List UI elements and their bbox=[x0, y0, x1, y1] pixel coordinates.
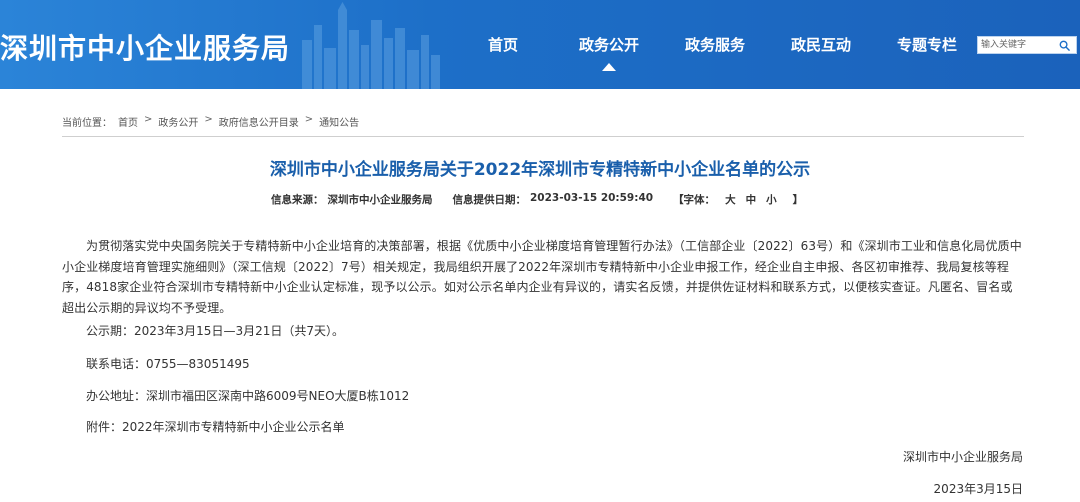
nav-special-topics[interactable]: 专题专栏 bbox=[874, 0, 980, 89]
font-size-switcher: 大 中 小 bbox=[725, 192, 781, 207]
nav-public-interaction[interactable]: 政民互动 bbox=[768, 0, 874, 89]
nav-label: 政务服务 bbox=[684, 36, 745, 54]
nav-label: 专题专栏 bbox=[896, 36, 957, 54]
skyline-graphic bbox=[302, 2, 440, 89]
nav-government-services[interactable]: 政务服务 bbox=[662, 0, 768, 89]
sign-date: 2023年3月15日 bbox=[933, 482, 1023, 496]
search-icon[interactable] bbox=[1056, 37, 1072, 53]
divider bbox=[62, 136, 1024, 137]
main-nav: 首页 政务公开 政务服务 政民互动 专题专栏 bbox=[450, 0, 980, 89]
search-input[interactable] bbox=[978, 37, 1056, 53]
breadcrumb-separator: > bbox=[204, 114, 213, 125]
office-address: 办公地址：深圳市福田区深南中路6009号NEO大厦B栋1012 bbox=[86, 389, 410, 403]
font-size-large[interactable]: 大 bbox=[725, 192, 736, 207]
date-label: 信息提供日期： bbox=[452, 194, 527, 206]
breadcrumb-item-government-affairs-open[interactable]: 政务公开 bbox=[158, 114, 198, 129]
breadcrumb-item-home[interactable]: 首页 bbox=[118, 114, 138, 129]
font-size-medium[interactable]: 中 bbox=[746, 192, 757, 207]
source-value: 深圳市中小企业服务局 bbox=[327, 194, 433, 206]
nav-label: 首页 bbox=[487, 36, 518, 54]
contact-phone: 联系电话：0755—83051495 bbox=[86, 357, 250, 371]
site-header: 深圳市中小企业服务局 首页 政务公开 政务服务 政民互动 专题专栏 bbox=[0, 0, 1080, 89]
nav-home[interactable]: 首页 bbox=[450, 0, 556, 89]
signature: 深圳市中小企业服务局 bbox=[902, 450, 1023, 464]
notice-period: 公示期：2023年3月15日—3月21日（共7天）。 bbox=[86, 324, 344, 338]
date-value: 2023-03-15 20:59:40 bbox=[530, 192, 654, 204]
nav-government-affairs-open[interactable]: 政务公开 bbox=[556, 0, 662, 89]
font-size-close-bracket: 】 bbox=[792, 194, 804, 206]
article-title: 深圳市中小企业服务局关于2022年深圳市专精特新中小企业名单的公示 bbox=[269, 160, 811, 180]
breadcrumb-prefix: 当前位置： bbox=[62, 118, 112, 129]
triangle-up-icon bbox=[602, 63, 616, 71]
font-size-small[interactable]: 小 bbox=[766, 192, 777, 207]
font-size-label: 【字体： bbox=[673, 194, 716, 206]
breadcrumb-separator: > bbox=[304, 114, 314, 125]
breadcrumb-item-info-directory[interactable]: 政府信息公开目录 bbox=[219, 114, 299, 129]
attachment-link[interactable]: 附件：2022年深圳市专精特新中小企业公示名单 bbox=[86, 418, 345, 435]
article-body: 为贯彻落实党中央国务院关于专精特新中小企业培育的决策部署，根据《优质中小企业梯度… bbox=[62, 239, 1022, 315]
nav-label: 政务公开 bbox=[578, 36, 639, 54]
breadcrumb-separator: > bbox=[144, 114, 153, 125]
breadcrumb-item-notices[interactable]: 通知公告 bbox=[319, 114, 359, 129]
breadcrumb: 当前位置： 首页 > 政务公开 > 政府信息公开目录 > 通知公告 bbox=[62, 114, 359, 129]
search-box bbox=[977, 36, 1077, 54]
nav-label: 政民互动 bbox=[790, 36, 851, 54]
article-meta: 信息来源： 深圳市中小企业服务局 信息提供日期： 2023-03-15 20:5… bbox=[271, 192, 807, 207]
site-title[interactable]: 深圳市中小企业服务局 bbox=[0, 27, 290, 67]
source-label: 信息来源： bbox=[271, 194, 324, 206]
